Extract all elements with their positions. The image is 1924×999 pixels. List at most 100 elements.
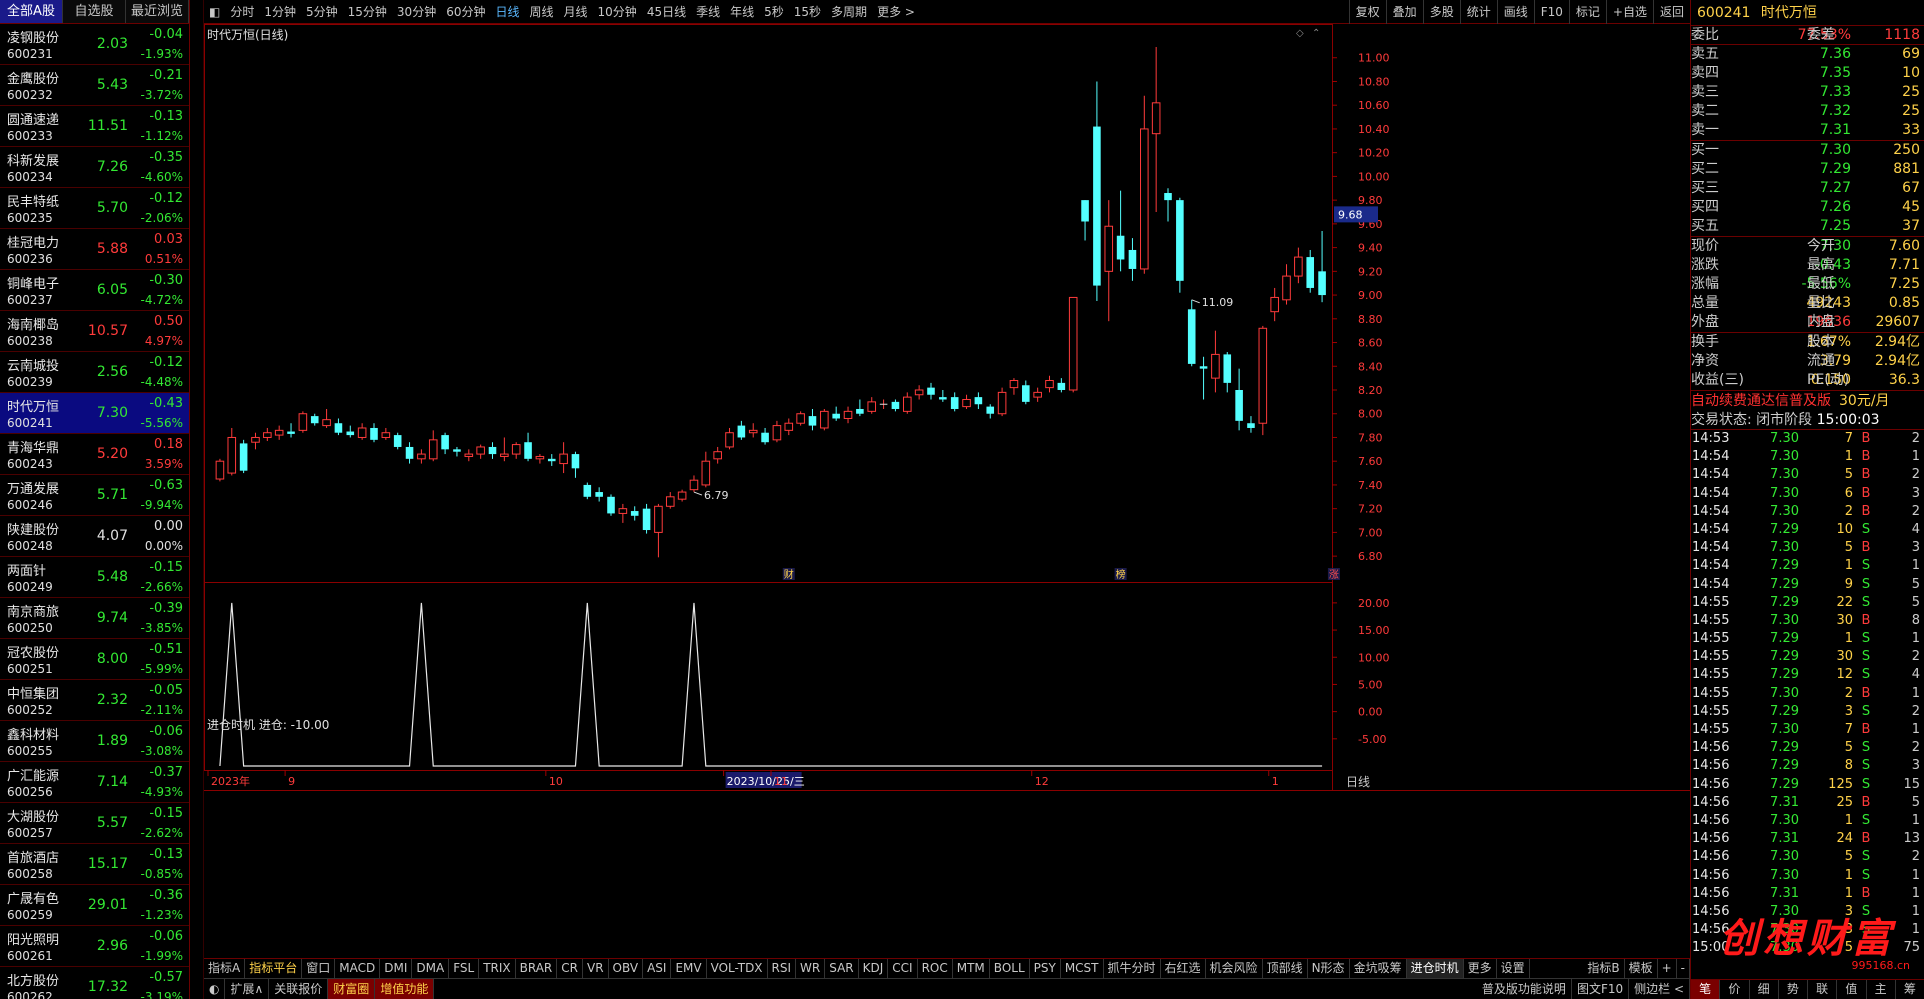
period-item[interactable]: 多周期 — [826, 0, 872, 24]
period-item[interactable]: 10分钟 — [593, 0, 642, 24]
stock-row[interactable]: 青海华鼎 600243 5.20 0.18 3.59% — [0, 434, 189, 475]
book-row[interactable]: 买二 7.29 881 — [1691, 160, 1924, 179]
stock-row[interactable]: 广晟有色 600259 29.01 -0.36 -1.23% — [0, 885, 189, 926]
indicator-side-tab[interactable]: 指标B — [1583, 959, 1625, 978]
toolbar-button[interactable]: +自选 — [1605, 0, 1653, 24]
period-item[interactable]: 月线 — [559, 0, 593, 24]
book-row[interactable]: 买三 7.27 67 — [1691, 179, 1924, 198]
period-item[interactable]: 5分钟 — [301, 0, 343, 24]
indicator-tab[interactable]: BOLL — [990, 959, 1030, 978]
period-item[interactable]: 周线 — [525, 0, 559, 24]
stock-row[interactable]: 首旅酒店 600258 15.17 -0.13 -0.85% — [0, 844, 189, 885]
indicator-tab[interactable]: PSY — [1030, 959, 1061, 978]
stock-row[interactable]: 阳光照明 600261 2.96 -0.06 -1.99% — [0, 926, 189, 967]
indicator-tab[interactable]: CCI — [888, 959, 918, 978]
stock-row[interactable]: 鑫科材料 600255 1.89 -0.06 -3.08% — [0, 721, 189, 762]
quote-tab[interactable]: 笔 — [1691, 980, 1721, 999]
stock-row[interactable]: 云南城投 600239 2.56 -0.12 -4.48% — [0, 352, 189, 393]
quote-tab[interactable]: 值 — [1837, 980, 1867, 999]
extension-side-tab[interactable]: 普及版功能说明 — [1477, 979, 1572, 999]
extension-tab[interactable]: 财富圈 — [328, 979, 376, 999]
indicator-tab[interactable]: DMI — [380, 959, 413, 978]
indicator-tab[interactable]: CR — [557, 959, 583, 978]
book-row[interactable]: 买一 7.30 250 — [1691, 141, 1924, 160]
toolbar-button[interactable]: 复权 — [1348, 0, 1386, 24]
stock-row[interactable]: 凌钢股份 600231 2.03 -0.04 -1.93% — [0, 24, 189, 65]
stock-row[interactable]: 陕建股份 600248 4.07 0.00 0.00% — [0, 516, 189, 557]
indicator-tab[interactable]: 指标A — [204, 959, 246, 978]
stock-row[interactable]: 圆通速递 600233 11.51 -0.13 -1.12% — [0, 106, 189, 147]
extension-tab[interactable]: 扩展∧ — [225, 979, 270, 999]
indicator-tab[interactable]: 指标平台 — [245, 959, 303, 978]
period-item[interactable]: 15分钟 — [343, 0, 392, 24]
indicator-tab[interactable]: MTM — [953, 959, 990, 978]
period-item[interactable]: 更多 > — [872, 0, 920, 24]
indicator-tab[interactable]: 设置 — [1497, 959, 1530, 978]
indicator-tab[interactable]: 窗口 — [302, 959, 336, 978]
period-item[interactable]: 季线 — [691, 0, 725, 24]
indicator-tab[interactable]: BRAR — [516, 959, 558, 978]
indicator-tab[interactable]: FSL — [449, 959, 480, 978]
indicator-tab[interactable]: N形态 — [1308, 959, 1350, 978]
period-item[interactable]: 年线 — [725, 0, 759, 24]
stock-row[interactable]: 万通发展 600246 5.71 -0.63 -9.94% — [0, 475, 189, 516]
book-row[interactable]: 卖三 7.33 25 — [1691, 83, 1924, 102]
indicator-tab[interactable]: VOL-TDX — [707, 959, 768, 978]
indicator-tab[interactable]: RSI — [768, 959, 797, 978]
stock-row[interactable]: 时代万恒 600241 7.30 -0.43 -5.56% — [0, 393, 189, 434]
book-row[interactable]: 买五 7.25 37 — [1691, 217, 1924, 236]
stock-row[interactable]: 广汇能源 600256 7.14 -0.37 -4.93% — [0, 762, 189, 803]
stock-row[interactable]: 两面针 600249 5.48 -0.15 -2.66% — [0, 557, 189, 598]
indicator-tab[interactable]: DMA — [412, 959, 450, 978]
quote-tab[interactable]: 势 — [1779, 980, 1808, 999]
toolbar-button[interactable]: 多股 — [1422, 0, 1460, 24]
toggle-switch[interactable]: ◐ — [204, 979, 226, 999]
tab-watchlist[interactable]: 自选股 — [63, 0, 126, 23]
period-item[interactable]: 分时 — [225, 0, 259, 24]
indicator-side-tab[interactable]: - — [1677, 959, 1690, 978]
extension-side-tab[interactable]: 图文F10 — [1572, 979, 1630, 999]
stock-row[interactable]: 冠农股份 600251 8.00 -0.51 -5.99% — [0, 639, 189, 680]
period-item[interactable]: 60分钟 — [441, 0, 490, 24]
indicator-tab[interactable]: 机会风险 — [1206, 959, 1263, 978]
toolbar-button[interactable]: 画线 — [1496, 0, 1534, 24]
stock-row[interactable]: 科新发展 600234 7.26 -0.35 -4.60% — [0, 147, 189, 188]
stock-row[interactable]: 大湖股份 600257 5.57 -0.15 -2.62% — [0, 803, 189, 844]
indicator-tab[interactable]: KDJ — [859, 959, 889, 978]
quote-tab[interactable]: 联 — [1808, 980, 1838, 999]
extension-side-tab[interactable]: 侧边栏 < — [1629, 979, 1690, 999]
stock-row[interactable]: 海南椰岛 600238 10.57 0.50 4.97% — [0, 311, 189, 352]
period-item[interactable]: 30分钟 — [392, 0, 441, 24]
toolbar-button[interactable]: 统计 — [1459, 0, 1497, 24]
book-row[interactable]: 卖五 7.36 69 — [1691, 45, 1924, 64]
extension-tab[interactable]: 关联报价 — [269, 979, 329, 999]
stock-row[interactable]: 桂冠电力 600236 5.88 0.03 0.51% — [0, 229, 189, 270]
indicator-side-tab[interactable]: 模板 — [1625, 959, 1658, 978]
tick-list[interactable]: 14:53 7.30 7 B 2 14:54 7.30 1 B 1 14:54 7.30 5 B 2 14:5… — [1691, 430, 1924, 957]
indicator-tab[interactable]: 顶部线 — [1263, 959, 1308, 978]
indicator-side-tab[interactable]: + — [1658, 959, 1677, 978]
stock-row[interactable]: 铜峰电子 600237 6.05 -0.30 -4.72% — [0, 270, 189, 311]
indicator-tab[interactable]: ROC — [918, 959, 953, 978]
indicator-tab[interactable]: 右红选 — [1161, 959, 1206, 978]
extension-tab[interactable]: 增值功能 — [375, 979, 435, 999]
ad-banner[interactable]: 自动续费通达信普及版 30元/月 — [1691, 390, 1924, 410]
stock-row[interactable]: 民丰特纸 600235 5.70 -0.12 -2.06% — [0, 188, 189, 229]
book-row[interactable]: 卖四 7.35 10 — [1691, 64, 1924, 83]
indicator-tab[interactable]: SAR — [825, 959, 859, 978]
kline-chart-area[interactable]: 11.0010.8010.6010.4010.2010.009.809.609.… — [204, 24, 1690, 958]
toolbar-button[interactable]: 标记 — [1568, 0, 1606, 24]
indicator-tab[interactable]: WR — [796, 959, 826, 978]
indicator-tab[interactable]: TRIX — [479, 959, 516, 978]
indicator-tab[interactable]: 抓牛分时 — [1104, 959, 1161, 978]
period-item[interactable]: 45日线 — [642, 0, 691, 24]
indicator-tab[interactable]: OBV — [609, 959, 644, 978]
quote-tab[interactable]: 筹 — [1896, 980, 1924, 999]
toolbar-button[interactable]: F10 — [1533, 0, 1569, 24]
stock-row[interactable]: 北方股份 600262 17.32 -0.57 -3.19% — [0, 967, 189, 999]
indicator-tab[interactable]: MACD — [335, 959, 381, 978]
stock-row[interactable]: 金鹰股份 600232 5.43 -0.21 -3.72% — [0, 65, 189, 106]
quote-tab[interactable]: 主 — [1867, 980, 1896, 999]
period-item[interactable]: 5秒 — [759, 0, 789, 24]
tab-all-a-shares[interactable]: 全部A股 — [0, 0, 63, 23]
